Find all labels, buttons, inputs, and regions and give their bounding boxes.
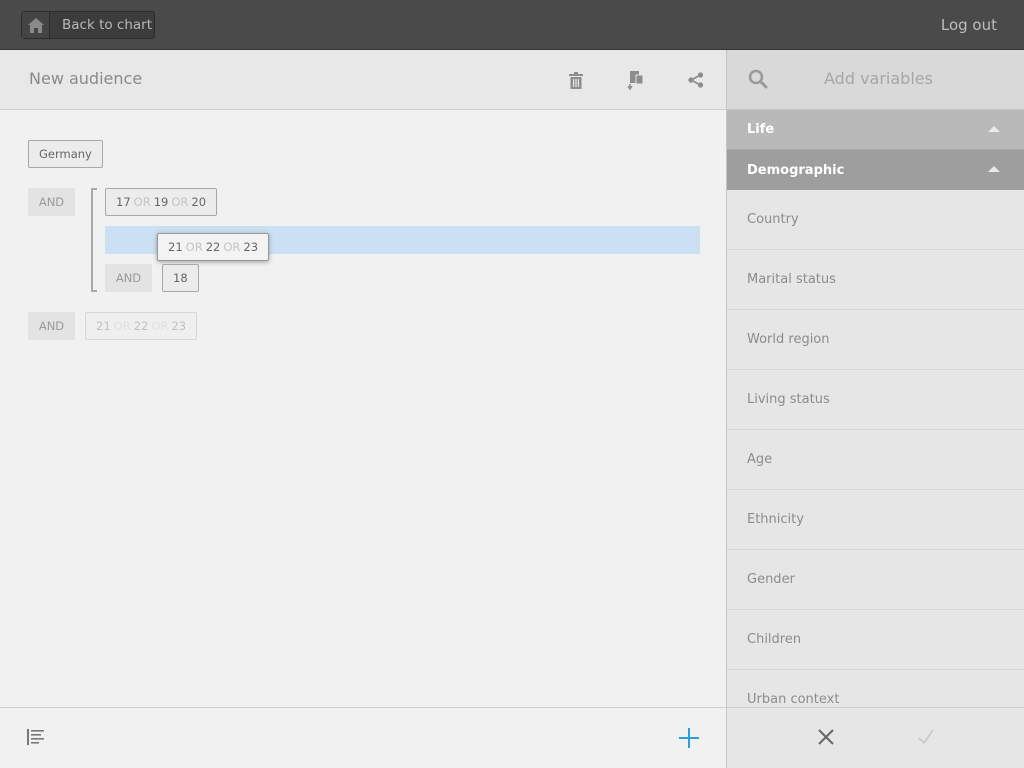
variable-country[interactable]: Country — [727, 190, 1024, 250]
category-life-label: Life — [747, 122, 775, 137]
value-22: 22 — [133, 319, 149, 333]
root-tag-label: Germany — [39, 147, 92, 161]
dragging-value-tag[interactable]: 21 OR 22 OR 23 — [157, 233, 270, 261]
value-23: 23 — [171, 319, 187, 333]
variables-footer — [727, 707, 1024, 768]
audience-title: New audience — [29, 69, 143, 88]
variable-list: Country Marital status World region Livi… — [727, 190, 1024, 707]
export-icon[interactable] — [626, 70, 646, 90]
variable-living-status[interactable]: Living status — [727, 370, 1024, 430]
variable-children[interactable]: Children — [727, 610, 1024, 670]
variable-world-region[interactable]: World region — [727, 310, 1024, 370]
or-label: OR — [133, 195, 151, 209]
list-icon[interactable] — [27, 729, 45, 749]
variable-marital-status[interactable]: Marital status — [727, 250, 1024, 310]
add-icon[interactable] — [678, 727, 700, 753]
share-icon[interactable] — [686, 70, 706, 90]
and-operator[interactable]: AND — [105, 264, 152, 292]
collapse-arrow-icon — [988, 166, 1000, 172]
value-17: 17 — [116, 195, 131, 209]
value-21: 21 — [168, 240, 183, 254]
or-label: OR — [223, 240, 241, 254]
builder-footer — [0, 707, 726, 768]
category-demographic-label: Demographic — [747, 162, 845, 178]
variable-ethnicity[interactable]: Ethnicity — [727, 490, 1024, 550]
variable-urban-context[interactable]: Urban context — [727, 670, 1024, 707]
or-label: OR — [185, 240, 203, 254]
value-19: 19 — [153, 195, 169, 209]
value-21: 21 — [96, 319, 111, 333]
category-demographic[interactable]: Demographic — [727, 150, 1024, 190]
close-icon[interactable] — [817, 728, 835, 750]
and-operator[interactable]: AND — [28, 188, 75, 216]
audience-header: New audience — [0, 50, 726, 110]
back-to-chart-button[interactable]: Back to chart — [21, 11, 155, 39]
variables-header: Add variables — [727, 50, 1024, 110]
add-variables-title: Add variables — [824, 69, 933, 88]
value-tag-18[interactable]: 18 — [162, 264, 199, 292]
root-tag-germany[interactable]: Germany — [28, 140, 103, 168]
trash-icon[interactable] — [566, 70, 586, 90]
variable-gender[interactable]: Gender — [727, 550, 1024, 610]
value-tag-group-1[interactable]: 17 OR 19 OR 20 — [105, 188, 218, 216]
variable-age[interactable]: Age — [727, 430, 1024, 490]
top-bar: Back to chart Log out — [0, 0, 1024, 50]
check-icon[interactable] — [917, 728, 935, 750]
category-life[interactable]: Life — [727, 110, 1024, 150]
or-label: OR — [171, 195, 189, 209]
value-22: 22 — [205, 240, 221, 254]
and-operator[interactable]: AND — [28, 312, 75, 340]
collapse-arrow-icon — [988, 126, 1000, 132]
home-icon — [22, 12, 50, 38]
value-20: 20 — [191, 195, 207, 209]
variables-panel: Add variables Life Demographic Country M… — [726, 50, 1024, 768]
or-label: OR — [113, 319, 131, 333]
value-18: 18 — [173, 271, 188, 285]
logout-link[interactable]: Log out — [941, 16, 997, 34]
ghost-value-tag: 21 OR 22 OR 23 — [85, 312, 198, 340]
search-icon[interactable] — [748, 69, 768, 93]
audience-builder: Germany AND 17 OR 19 OR 20 21 OR 22 OR 2… — [0, 110, 726, 707]
group-bracket — [91, 188, 97, 292]
or-label: OR — [151, 319, 169, 333]
back-to-chart-label: Back to chart — [62, 17, 153, 33]
value-23: 23 — [243, 240, 259, 254]
